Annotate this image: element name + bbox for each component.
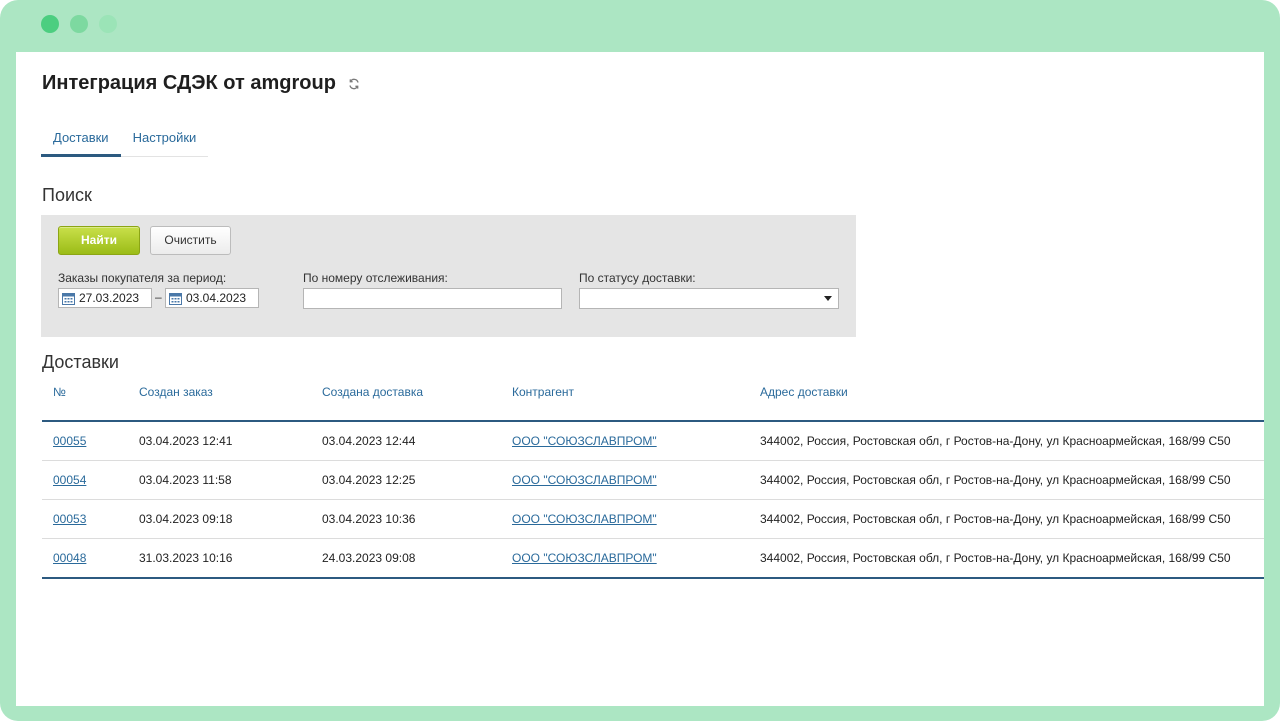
counterparty-link[interactable]: ООО "СОЮЗСЛАВПРОМ" [512,551,657,565]
delivery-number-link[interactable]: 00055 [53,434,86,448]
address-cell: 344002, Россия, Ростовская обл, г Ростов… [749,499,1264,539]
tracking-label: По номеру отслеживания: [303,271,448,285]
address-cell: 344002, Россия, Ростовская обл, г Ростов… [749,538,1264,579]
delivery-number-link[interactable]: 00053 [53,512,86,526]
calendar-icon[interactable] [169,292,182,305]
delivery-created-cell: 24.03.2023 09:08 [311,538,501,579]
status-label: По статусу доставки: [579,271,696,285]
minimize-dot-icon[interactable] [70,15,88,33]
address-cell: 344002, Россия, Ростовская обл, г Ростов… [749,421,1264,461]
address-cell: 344002, Россия, Ростовская обл, г Ростов… [749,460,1264,500]
window-controls [41,15,117,33]
order-created-cell: 31.03.2023 10:16 [128,538,311,579]
column-header-counterparty[interactable]: Контрагент [501,385,749,422]
order-created-cell: 03.04.2023 12:41 [128,421,311,461]
refresh-icon[interactable] [348,78,360,90]
search-panel: Найти Очистить Заказы покупателя за пери… [41,215,856,337]
column-header-address[interactable]: Адрес доставки [749,385,1264,422]
table-header-row: № Создан заказ Создана доставка Контраге… [42,385,1264,422]
tab-deliveries[interactable]: Доставки [41,124,121,157]
table-row: 00055 03.04.2023 12:41 03.04.2023 12:44 … [42,421,1264,461]
maximize-dot-icon[interactable] [99,15,117,33]
deliveries-table: № Создан заказ Создана доставка Контраге… [42,385,1264,579]
app-window: Интеграция СДЭК от amgroup Доставки Наст… [0,0,1280,721]
delivery-created-cell: 03.04.2023 12:25 [311,460,501,500]
period-label: Заказы покупателя за период: [58,271,227,285]
status-select[interactable] [579,288,839,309]
range-separator: – [155,290,162,304]
search-section-title: Поиск [42,185,92,205]
counterparty-link[interactable]: ООО "СОЮЗСЛАВПРОМ" [512,512,657,526]
deliveries-section-title: Доставки [42,352,119,372]
chevron-down-icon[interactable] [824,296,832,301]
order-created-cell: 03.04.2023 11:58 [128,460,311,500]
close-dot-icon[interactable] [41,15,59,33]
column-header-number[interactable]: № [42,385,128,422]
clear-button[interactable]: Очистить [150,226,231,255]
tab-settings[interactable]: Настройки [121,124,209,156]
delivery-created-cell: 03.04.2023 10:36 [311,499,501,539]
date-from-value: 27.03.2023 [79,291,140,305]
counterparty-link[interactable]: ООО "СОЮЗСЛАВПРОМ" [512,473,657,487]
delivery-created-cell: 03.04.2023 12:44 [311,421,501,461]
calendar-icon[interactable] [62,292,75,305]
tab-bar: Доставки Настройки [41,124,209,157]
counterparty-link[interactable]: ООО "СОЮЗСЛАВПРОМ" [512,434,657,448]
main-content: Интеграция СДЭК от amgroup Доставки Наст… [16,52,1264,706]
column-header-delivery-created[interactable]: Создана доставка [311,385,501,422]
delivery-number-link[interactable]: 00048 [53,551,86,565]
table-row: 00053 03.04.2023 09:18 03.04.2023 10:36 … [42,499,1264,539]
column-header-order-created[interactable]: Создан заказ [128,385,311,422]
page-title: Интеграция СДЭК от amgroup [42,72,336,94]
order-created-cell: 03.04.2023 09:18 [128,499,311,539]
table-row: 00048 31.03.2023 10:16 24.03.2023 09:08 … [42,538,1264,579]
date-to-value: 03.04.2023 [186,291,247,305]
delivery-number-link[interactable]: 00054 [53,473,86,487]
title-row: Интеграция СДЭК от amgroup [42,72,360,95]
date-from-field[interactable]: 27.03.2023 [58,288,152,308]
date-to-field[interactable]: 03.04.2023 [165,288,259,308]
table-row: 00054 03.04.2023 11:58 03.04.2023 12:25 … [42,460,1264,500]
tracking-input[interactable] [303,288,562,309]
find-button[interactable]: Найти [58,226,140,255]
